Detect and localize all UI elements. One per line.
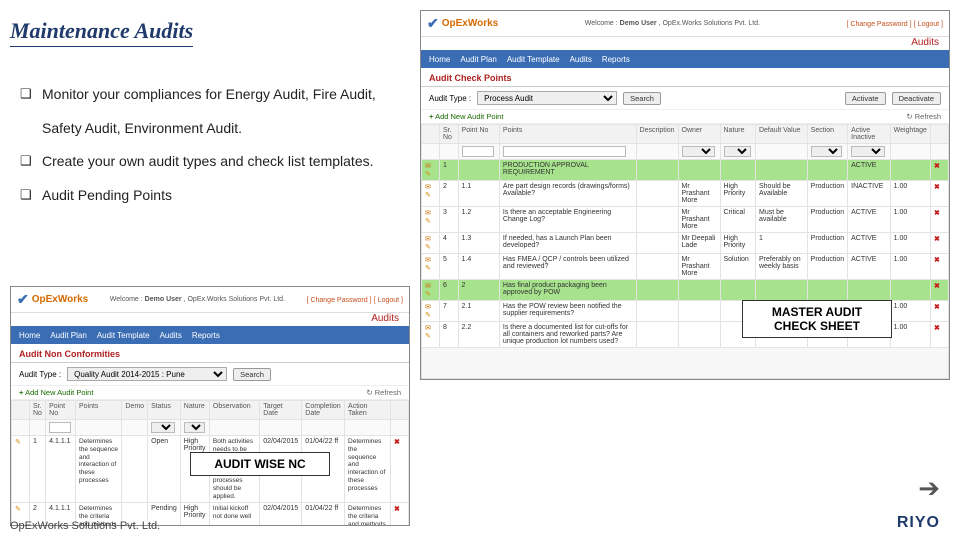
welcome-text: Welcome : Demo User , OpEx.Works Solutio…: [585, 20, 760, 27]
app-nav: Home Audit Plan Audit Template Audits Re…: [11, 326, 409, 344]
page-title: Maintenance Audits: [10, 18, 193, 47]
edit-icon[interactable]: ✎: [425, 291, 431, 298]
refresh-link[interactable]: ↻ Refresh: [906, 112, 941, 121]
edit-icon[interactable]: ✎: [425, 312, 431, 319]
delete-icon[interactable]: ✖: [934, 283, 940, 290]
delete-icon[interactable]: ✖: [934, 236, 940, 243]
edit-icon[interactable]: ✎: [425, 171, 431, 178]
table-row: ✉ ✎62Has final product packaging been ap…: [422, 280, 949, 301]
bullet-item: Create your own audit types and check li…: [20, 145, 408, 179]
nav-audit-template[interactable]: Audit Template: [507, 55, 560, 64]
change-password-link[interactable]: [ Change Password ]: [847, 21, 912, 28]
audit-type-label: Audit Type :: [19, 370, 61, 379]
message-icon[interactable]: ✉: [425, 283, 431, 290]
grid-filter-row: [12, 420, 409, 436]
bullet-item: Audit Pending Points: [20, 179, 408, 213]
logout-link[interactable]: [ Logout ]: [374, 297, 403, 304]
delete-icon[interactable]: ✖: [394, 439, 400, 446]
callout-nc: AUDIT WISE NC: [190, 452, 330, 476]
section-heading: Audit Check Points: [421, 68, 949, 87]
app-logo: ✔ OpExWorks: [427, 15, 498, 32]
nav-reports[interactable]: Reports: [602, 55, 630, 64]
delete-icon[interactable]: ✖: [934, 304, 940, 311]
grid-header-row: Sr. No Point No Points Demo Status Natur…: [12, 401, 409, 420]
message-icon[interactable]: ✉: [425, 325, 431, 332]
message-icon[interactable]: ✉: [425, 184, 431, 191]
filter-input[interactable]: [462, 146, 495, 157]
edit-icon[interactable]: ✎: [425, 192, 431, 199]
filter-select[interactable]: [682, 146, 715, 157]
message-icon[interactable]: ✉: [425, 163, 431, 170]
message-icon[interactable]: ✉: [425, 257, 431, 264]
search-button[interactable]: Search: [233, 368, 271, 381]
app-logo: ✔ OpExWorks: [17, 291, 88, 308]
filter-select[interactable]: [724, 146, 751, 157]
message-icon[interactable]: ✉: [425, 236, 431, 243]
nav-reports[interactable]: Reports: [192, 331, 220, 340]
delete-icon[interactable]: ✖: [934, 210, 940, 217]
edit-icon[interactable]: ✎: [15, 439, 21, 446]
table-row: ✉ ✎1PRODUCTION APPROVAL REQUIREMENTACTIV…: [422, 160, 949, 181]
logo-swish-icon: ✔: [427, 15, 439, 32]
filter-select[interactable]: [151, 422, 175, 433]
bullet-list: Monitor your compliances for Energy Audi…: [20, 78, 408, 212]
add-audit-point-link[interactable]: Add New Audit Point: [25, 388, 93, 397]
nav-home[interactable]: Home: [429, 55, 450, 64]
table-row: ✉ ✎51.4Has FMEA / QCP / controls been ut…: [422, 254, 949, 280]
grid-filter-row: [422, 144, 949, 160]
filter-input[interactable]: [503, 146, 626, 157]
grid-header-row: Sr. No Point No Points Description Owner…: [422, 125, 949, 144]
deactivate-button[interactable]: Deactivate: [892, 92, 941, 105]
nav-audit-plan[interactable]: Audit Plan: [460, 55, 496, 64]
nav-audits[interactable]: Audits: [160, 331, 182, 340]
edit-icon[interactable]: ✎: [425, 244, 431, 251]
delete-icon[interactable]: ✖: [934, 325, 940, 332]
edit-icon[interactable]: ✎: [425, 333, 431, 340]
change-password-link[interactable]: [ Change Password ]: [307, 297, 372, 304]
bullet-item: Monitor your compliances for Energy Audi…: [20, 78, 408, 145]
audit-type-select[interactable]: Quality Audit 2014-2015 : Pune: [67, 367, 227, 381]
delete-icon[interactable]: ✖: [934, 184, 940, 191]
nav-home[interactable]: Home: [19, 331, 40, 340]
logo-swish-icon: ✔: [17, 291, 29, 308]
filter-input[interactable]: [49, 422, 71, 433]
edit-icon[interactable]: ✎: [425, 265, 431, 272]
section-heading: Audit Non Conformities: [11, 344, 409, 363]
delete-icon[interactable]: ✖: [934, 163, 940, 170]
audit-type-select[interactable]: Process Audit: [477, 91, 617, 105]
logout-link[interactable]: [ Logout ]: [914, 21, 943, 28]
callout-master: MASTER AUDIT CHECK SHEET: [742, 300, 892, 338]
table-row: ✉ ✎41.3If needed, has a Launch Plan been…: [422, 233, 949, 254]
search-button[interactable]: Search: [623, 92, 661, 105]
audit-type-label: Audit Type :: [429, 94, 471, 103]
nav-audit-plan[interactable]: Audit Plan: [50, 331, 86, 340]
plus-icon: +: [19, 388, 23, 397]
filter-select[interactable]: [184, 422, 205, 433]
add-audit-point-link[interactable]: Add New Audit Point: [435, 112, 503, 121]
delete-icon[interactable]: ✖: [394, 506, 400, 513]
delete-icon[interactable]: ✖: [934, 257, 940, 264]
screenshot-audit-nc: ✔ OpExWorks Welcome : Demo User , OpEx.W…: [10, 286, 410, 526]
module-tag: Audits: [371, 313, 403, 324]
table-row: ✉ ✎31.2Is there an acceptable Engineerin…: [422, 207, 949, 233]
message-icon[interactable]: ✉: [425, 304, 431, 311]
app-nav: Home Audit Plan Audit Template Audits Re…: [421, 50, 949, 68]
message-icon[interactable]: ✉: [425, 210, 431, 217]
welcome-text: Welcome : Demo User , OpEx.Works Solutio…: [110, 296, 285, 303]
module-tag: Audits: [911, 37, 943, 48]
filter-select[interactable]: [811, 146, 843, 157]
filter-select[interactable]: [851, 146, 885, 157]
edit-icon[interactable]: ✎: [15, 506, 21, 513]
next-arrow-icon[interactable]: ➔: [918, 473, 940, 504]
refresh-link[interactable]: ↻ Refresh: [366, 388, 401, 397]
activate-button[interactable]: Activate: [845, 92, 886, 105]
table-row: ✉ ✎21.1Are part design records (drawings…: [422, 181, 949, 207]
footer-company: OpExWorks Solutions Pvt. Ltd.: [10, 520, 160, 532]
nav-audit-template[interactable]: Audit Template: [97, 331, 150, 340]
footer-brand: RIYO: [897, 514, 940, 532]
nav-audits[interactable]: Audits: [570, 55, 592, 64]
edit-icon[interactable]: ✎: [425, 218, 431, 225]
plus-icon: +: [429, 112, 433, 121]
